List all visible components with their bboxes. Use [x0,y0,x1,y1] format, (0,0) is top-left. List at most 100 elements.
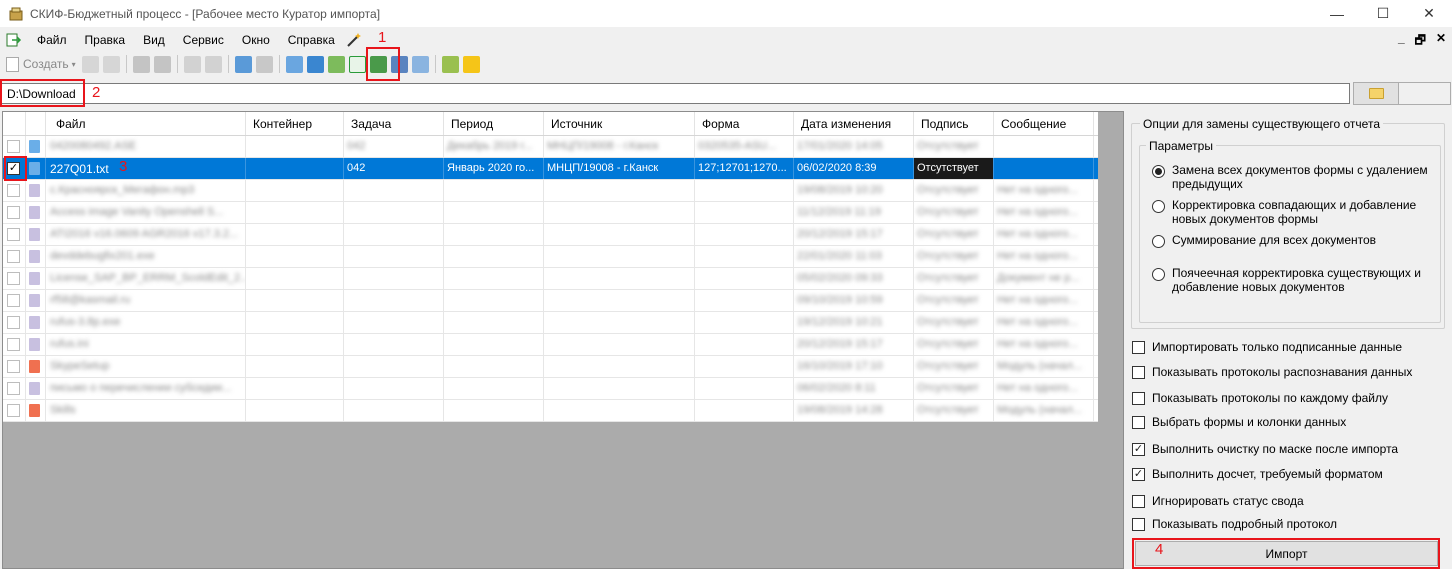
magic-wand-icon[interactable] [346,32,362,48]
option-checkbox-8[interactable]: Показывать подробный протокол [1132,517,1337,531]
replace-mode-radio-3[interactable]: Суммирование для всех документов [1152,233,1434,248]
checkbox-empty-icon[interactable] [1132,415,1145,429]
add-favorite-icon[interactable] [441,55,459,73]
option-checkbox-1[interactable]: Импортировать только подписанные данные [1132,340,1402,354]
table-row[interactable]: письмо о перечислении субсидии... 06/02/2… [3,378,1098,400]
cut-icon[interactable] [183,55,201,73]
table-row[interactable]: Skills 19/08/2019 14:28 Отсутствует Модуль … [3,400,1098,422]
replace-mode-radio-1[interactable]: Замена всех документов формы с удалением… [1152,163,1434,191]
table-icon[interactable] [255,55,273,73]
menu-edit[interactable]: Правка [76,33,135,47]
option-checkbox-4[interactable]: Выбрать формы и колонки данных [1132,415,1346,429]
table-row[interactable]: Access image Vanity Openshell S... 11/12/… [3,202,1098,224]
table-row[interactable]: ATI2016 v16.0609 AGR2016 v17.3.2... 20/12… [3,224,1098,246]
import-icon[interactable] [348,55,366,73]
table-row[interactable]: rufus-3.8p.exe 19/12/2019 10:21 Отсутствуе… [3,312,1098,334]
mdi-minimize-button[interactable]: _ [1398,31,1405,52]
row-checkbox[interactable] [7,360,20,373]
folder-icon [1368,88,1384,99]
table-row[interactable]: License_SAP_BP_ERRM_ScoldEdit_2... 05/02/… [3,268,1098,290]
menu-view[interactable]: Вид [134,33,174,47]
checkbox-empty-icon[interactable] [1132,494,1145,508]
menu-help[interactable]: Справка [279,33,344,47]
checkbox-empty-icon[interactable] [1132,391,1145,405]
cell-text: МНЦП/19008 - г.Канск [547,140,659,152]
column-form[interactable]: Форма [695,112,794,135]
option-checkbox-7[interactable]: Игнорировать статус свода [1132,494,1304,508]
copy-icon[interactable] [204,55,222,73]
checkbox-empty-icon[interactable] [1132,340,1145,354]
cell-text: Нет на одного... [997,228,1078,240]
radio-empty-icon[interactable] [1152,200,1165,213]
mail-icon[interactable] [411,55,429,73]
row-checkbox[interactable] [7,294,20,307]
column-file[interactable]: Файл [46,112,246,135]
checkbox-empty-icon[interactable] [1132,517,1145,531]
close-button[interactable]: ✕ [1406,0,1452,27]
checkbox-checked-icon[interactable]: ✓ [1132,442,1145,456]
row-checkbox[interactable] [7,206,20,219]
column-source[interactable]: Источник [544,112,695,135]
refresh-icon[interactable] [234,55,252,73]
row-checkbox[interactable] [7,140,20,153]
menu-service[interactable]: Сервис [174,33,233,47]
checkbox-empty-icon[interactable] [1132,365,1145,379]
settings-icon[interactable] [285,55,303,73]
maximize-button[interactable]: ☐ [1360,0,1406,27]
menu-window[interactable]: Окно [233,33,279,47]
table-row[interactable]: SkypeSetup 16/10/2019 17:10 Отсутствует Мод… [3,356,1098,378]
radio-empty-icon[interactable] [1152,235,1165,248]
path-input[interactable]: D:\Download [1,83,1350,104]
cell-text: Отсутствует [917,382,979,394]
open-icon[interactable] [81,55,99,73]
cell-text: 22/01/2020 11:03 [797,250,882,262]
replace-mode-radio-2[interactable]: Корректировка совпадающих и добавление н… [1152,198,1434,226]
checkbox-checked-icon[interactable]: ✓ [1132,467,1145,481]
radio-selected-icon[interactable] [1152,165,1165,178]
create-button[interactable]: Создать ▾ [6,56,76,72]
row-checkbox[interactable] [7,184,20,197]
option-label: Выполнить очистку по маске после импорта [1152,442,1399,456]
table-row-selected[interactable]: ✓ 227Q01.txt 042 Январь 2020 го... МНЦП/1900… [3,158,1098,180]
mdi-close-button[interactable]: ✕ [1436,31,1446,52]
column-period[interactable]: Период [444,112,544,135]
star-icon[interactable] [462,55,480,73]
minimize-button[interactable]: — [1314,0,1360,27]
table-row[interactable]: rufus.ini 20/12/2019 15:17 Отсутствует Нет … [3,334,1098,356]
mdi-restore-button[interactable]: 🗗 [1415,31,1426,52]
info-icon[interactable] [306,55,324,73]
cell-text: Отсутствует [917,250,979,262]
table-row[interactable]: 0420080492.ASE 042 Декабрь 2019 г... МНЦП/1… [3,136,1098,158]
column-container[interactable]: Контейнер [246,112,344,135]
row-checkbox[interactable] [7,382,20,395]
save-icon[interactable] [132,55,150,73]
column-message[interactable]: Сообщение [994,112,1094,135]
browse-folder-button[interactable] [1353,82,1399,105]
row-checkbox[interactable] [7,228,20,241]
table-row[interactable]: rf58@kasmail.ru 09/10/2019 10:59 Отсутству… [3,290,1098,312]
column-date[interactable]: Дата изменения [794,112,914,135]
column-signature[interactable]: Подпись [914,112,994,135]
save-all-icon[interactable] [153,55,171,73]
file-icon [29,360,40,373]
option-checkbox-3[interactable]: Показывать протоколы по каждому файлу [1132,391,1388,405]
edit-icon[interactable] [102,55,120,73]
row-checkbox[interactable] [7,250,20,263]
row-checkbox[interactable] [7,338,20,351]
row-checkbox[interactable] [7,272,20,285]
replace-mode-radio-4[interactable]: Поячеечная корректировка существующих и … [1152,266,1434,294]
option-checkbox-6[interactable]: ✓ Выполнить досчет, требуемый форматом [1132,467,1383,481]
cell-text: 09/10/2019 10:59 [797,294,883,306]
option-checkbox-2[interactable]: Показывать протоколы распознавания данны… [1132,365,1412,379]
row-checkbox[interactable] [7,316,20,329]
menu-file[interactable]: Файл [28,33,76,47]
radio-empty-icon[interactable] [1152,268,1165,281]
table-row[interactable]: с.Красноярск_Мегафон.mp3 19/08/2019 10:20… [3,180,1098,202]
document-exit-icon[interactable] [6,32,22,48]
table-row[interactable]: devddebugfix201.exe 22/01/2020 11:03 Отсут… [3,246,1098,268]
path-bar: D:\Download [1,82,1451,105]
row-checkbox[interactable] [7,404,20,417]
edit-form-icon[interactable] [327,55,345,73]
option-checkbox-5[interactable]: ✓ Выполнить очистку по маске после импорт… [1132,442,1398,456]
column-task[interactable]: Задача [344,112,444,135]
